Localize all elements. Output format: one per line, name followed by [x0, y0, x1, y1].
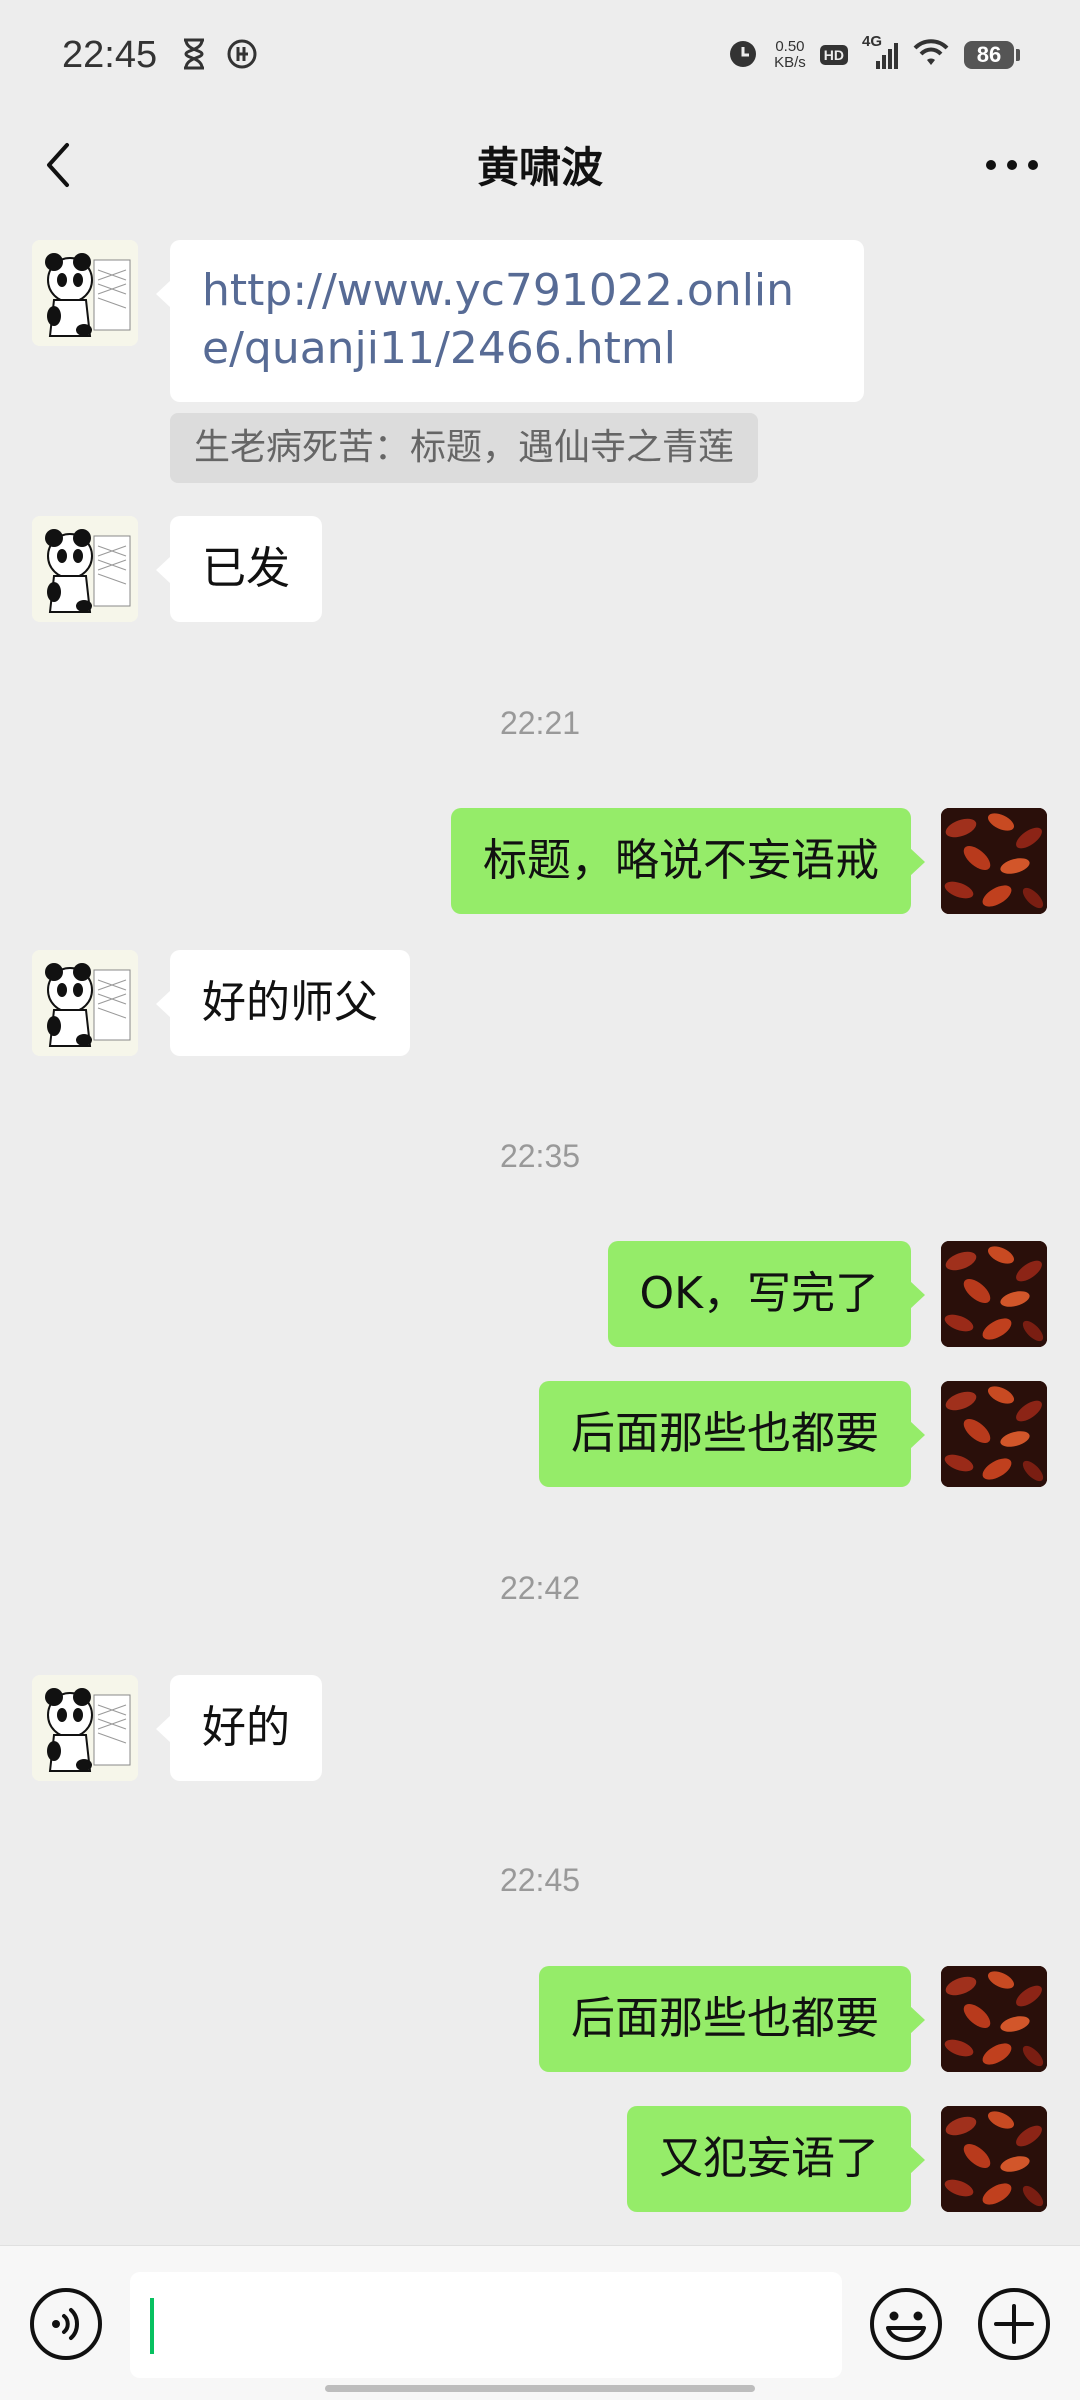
message-timestamp: 22:21 [499, 705, 581, 741]
status-bar: 22:45 0.50 KB/s HD 4G 86 [0, 0, 1080, 110]
voice-icon [30, 2288, 102, 2360]
battery-tip [1016, 49, 1020, 61]
chat-title: 黄啸波 [476, 143, 603, 192]
user-avatar[interactable] [941, 2106, 1047, 2212]
signal-icon: 4G [862, 33, 898, 71]
status-right-icons: 0.50 KB/s HD 4G 86 [726, 33, 1020, 74]
net-speed: 0.50 KB/s [774, 39, 806, 71]
net-speed-value: 0.50 [775, 38, 805, 55]
user-avatar[interactable] [941, 1966, 1047, 2072]
message-timestamp: 22:35 [499, 1138, 581, 1174]
status-time: 22:45 [62, 34, 158, 76]
message-bubble[interactable]: 后面那些也都要 [539, 1966, 925, 2072]
net-speed-unit: KB/s [774, 54, 806, 71]
text-caret [150, 2298, 154, 2354]
status-left-icons [180, 38, 258, 74]
user-avatar[interactable] [941, 1381, 1047, 1487]
message-link[interactable]: http://www.yc791022.online/quanji11/2466… [202, 265, 794, 374]
message-bubble[interactable]: 又犯妄语了 [627, 2106, 925, 2212]
message-input[interactable] [130, 2272, 842, 2378]
hd-badge: HD [819, 45, 848, 65]
voice-button[interactable] [28, 2286, 104, 2362]
nav-bar: 黄啸波 [0, 110, 1080, 220]
home-indicator[interactable] [325, 2385, 755, 2392]
quoted-message[interactable]: 生老病死苦：标题，遇仙寺之青莲 [170, 413, 759, 483]
input-bar [0, 2245, 1080, 2400]
more-button[interactable] [972, 135, 1052, 195]
emoji-button[interactable] [868, 2286, 944, 2362]
chat-screen: 22:45 0.50 KB/s HD 4G 86 黄啸波 http://www.… [0, 0, 1080, 2400]
wifi-icon [912, 38, 950, 72]
message-bubble[interactable]: 后面那些也都要 [539, 1381, 925, 1487]
plus-icon [978, 2288, 1050, 2360]
hourglass-icon [180, 38, 208, 74]
message-list[interactable]: http://www.yc791022.online/quanji11/2466… [0, 220, 1080, 2245]
alarm-icon [726, 36, 760, 74]
user-avatar[interactable] [941, 1241, 1047, 1347]
message-bubble[interactable]: 好的师父 [156, 950, 410, 1056]
contact-avatar[interactable] [32, 516, 138, 622]
message-bubble[interactable]: OK，写完了 [607, 1241, 925, 1347]
contact-avatar[interactable] [32, 240, 138, 346]
emoji-icon [870, 2288, 942, 2360]
message-bubble[interactable]: 好的 [156, 1675, 322, 1781]
message-bubble[interactable]: 标题，略说不妄语戒 [451, 808, 925, 914]
contact-avatar[interactable] [32, 950, 138, 1056]
more-dots-icon [986, 160, 1038, 170]
battery-level: 86 [964, 41, 1014, 69]
data-saver-icon [226, 38, 258, 74]
link-message-bubble[interactable]: http://www.yc791022.online/quanji11/2466… [156, 240, 864, 402]
message-timestamp: 22:45 [499, 1862, 581, 1898]
user-avatar[interactable] [941, 808, 1047, 914]
battery-icon: 86 [964, 41, 1020, 69]
message-timestamp: 22:42 [499, 1570, 581, 1606]
contact-avatar[interactable] [32, 1675, 138, 1781]
message-bubble[interactable]: 已发 [156, 516, 322, 622]
more-functions-button[interactable] [976, 2286, 1052, 2362]
